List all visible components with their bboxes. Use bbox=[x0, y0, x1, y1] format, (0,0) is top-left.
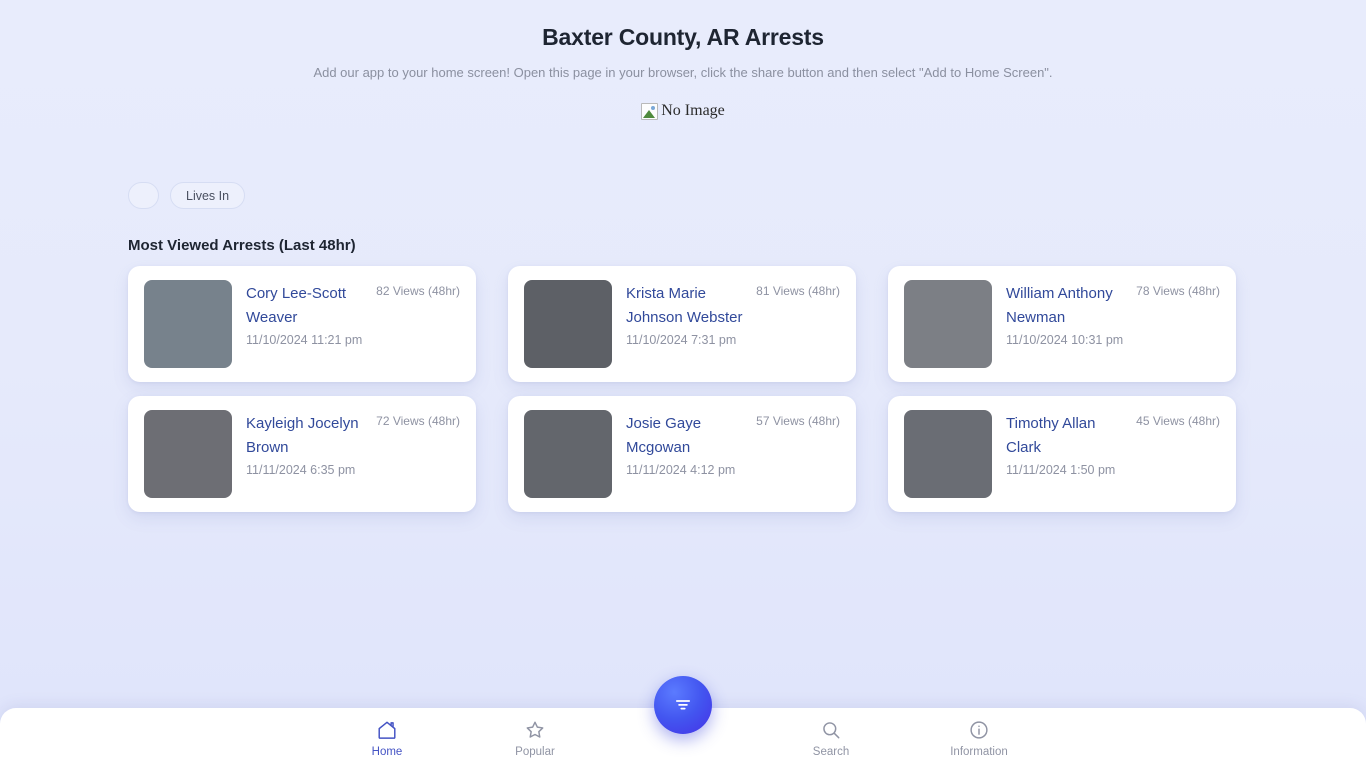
arrest-view-count: 81 Views (48hr) bbox=[756, 284, 840, 298]
nav-label-information: Information bbox=[950, 745, 1008, 758]
arrest-view-count: 78 Views (48hr) bbox=[1136, 284, 1220, 298]
arrest-booking-time: 11/10/2024 11:21 pm bbox=[246, 333, 363, 347]
mugshot-image bbox=[904, 410, 992, 498]
arrest-name-link[interactable]: Kayleigh Jocelyn Brown bbox=[246, 412, 364, 460]
nav-label-search: Search bbox=[812, 745, 850, 758]
arrest-card[interactable]: Krista Marie Johnson Webster 11/10/2024 … bbox=[508, 266, 856, 382]
arrest-card[interactable]: Timothy Allan Clark 11/11/2024 1:50 pm 4… bbox=[888, 396, 1236, 512]
arrest-booking-time: 11/11/2024 1:50 pm bbox=[1006, 463, 1116, 477]
arrest-card[interactable]: William Anthony Newman 11/10/2024 10:31 … bbox=[888, 266, 1236, 382]
hero-image-slot: No Image bbox=[0, 102, 1366, 162]
mugshot-image bbox=[144, 280, 232, 368]
arrest-view-count: 72 Views (48hr) bbox=[376, 414, 460, 428]
search-icon bbox=[823, 721, 840, 738]
nav-item-popular[interactable]: Popular bbox=[489, 719, 581, 758]
arrest-name-link[interactable]: Cory Lee-Scott Weaver bbox=[246, 282, 364, 330]
nav-label-home: Home bbox=[371, 745, 403, 758]
broken-image-icon bbox=[641, 102, 659, 120]
arrest-booking-time: 11/11/2024 6:35 pm bbox=[246, 463, 356, 477]
page-title: Baxter County, AR Arrests bbox=[542, 24, 824, 50]
star-icon bbox=[526, 721, 544, 738]
arrest-view-count: 57 Views (48hr) bbox=[756, 414, 840, 428]
arrest-card[interactable]: Cory Lee-Scott Weaver 11/10/2024 11:21 p… bbox=[128, 266, 476, 382]
arrest-view-count: 82 Views (48hr) bbox=[376, 284, 460, 298]
info-icon bbox=[970, 720, 988, 739]
nav-item-home[interactable]: Home bbox=[341, 719, 433, 758]
nav-item-search[interactable]: Search bbox=[785, 719, 877, 758]
arrest-booking-time: 11/11/2024 4:12 pm bbox=[626, 463, 736, 477]
home-icon bbox=[378, 721, 396, 739]
mugshot-image bbox=[524, 410, 612, 498]
filter-chip-row: Lives In bbox=[128, 182, 1366, 209]
nav-label-popular: Popular bbox=[515, 745, 555, 758]
section-heading-most-viewed: Most Viewed Arrests (Last 48hr) bbox=[128, 237, 356, 254]
arrest-name-link[interactable]: William Anthony Newman bbox=[1006, 282, 1124, 330]
arrest-name-link[interactable]: Josie Gaye Mcgowan bbox=[626, 412, 744, 460]
page-subtitle: Add our app to your home screen! Open th… bbox=[313, 65, 1053, 80]
arrest-name-link[interactable]: Timothy Allan Clark bbox=[1006, 412, 1124, 460]
nav-item-information[interactable]: Information bbox=[933, 719, 1025, 758]
broken-image-placeholder: No Image bbox=[641, 102, 725, 120]
arrest-card-grid: Cory Lee-Scott Weaver 11/10/2024 11:21 p… bbox=[128, 266, 1238, 512]
page-header: Baxter County, AR Arrests Add our app to… bbox=[0, 0, 1366, 80]
arrest-booking-time: 11/10/2024 10:31 pm bbox=[1006, 333, 1124, 347]
arrest-booking-time: 11/10/2024 7:31 pm bbox=[626, 333, 737, 347]
mugshot-image bbox=[144, 410, 232, 498]
arrest-card[interactable]: Kayleigh Jocelyn Brown 11/11/2024 6:35 p… bbox=[128, 396, 476, 512]
filter-chip-lives-in[interactable]: Lives In bbox=[170, 182, 246, 209]
filter-chip-blank[interactable] bbox=[128, 182, 159, 209]
arrest-name-link[interactable]: Krista Marie Johnson Webster bbox=[626, 282, 744, 330]
bottom-navigation-bar: Home Popular Search Information bbox=[0, 676, 1366, 768]
filter-icon bbox=[675, 700, 691, 710]
filter-fab-button[interactable] bbox=[654, 676, 712, 734]
arrest-card[interactable]: Josie Gaye Mcgowan 11/11/2024 4:12 pm 57… bbox=[508, 396, 856, 512]
broken-image-alt-text: No Image bbox=[661, 102, 725, 119]
mugshot-image bbox=[904, 280, 992, 368]
arrest-view-count: 45 Views (48hr) bbox=[1136, 414, 1220, 428]
mugshot-image bbox=[524, 280, 612, 368]
